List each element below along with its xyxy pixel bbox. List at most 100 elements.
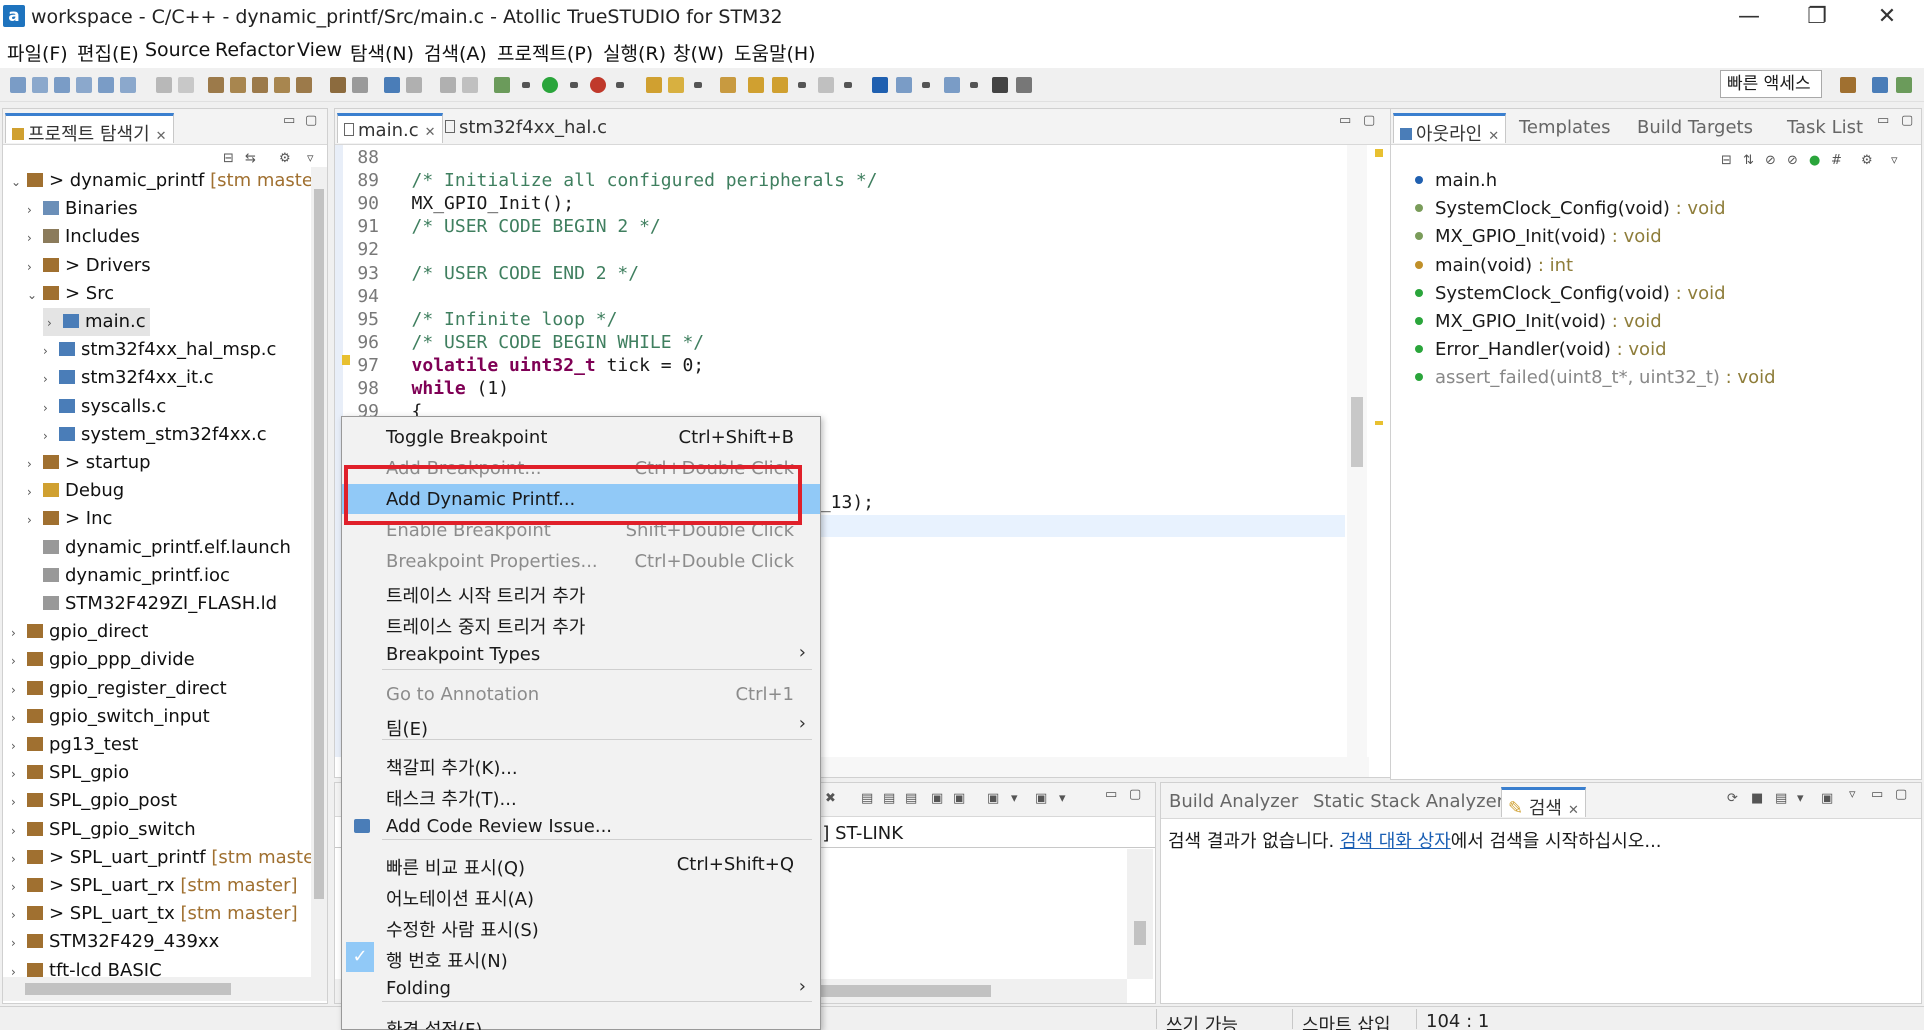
maximize-icon[interactable]: ▢ — [305, 113, 317, 128]
menu-run[interactable]: 실행(R) — [603, 39, 666, 66]
debug-config-icon[interactable] — [352, 77, 368, 93]
new-console-icon[interactable]: ▣ — [1035, 791, 1047, 806]
tree-item[interactable]: › tft-lcd BASIC — [11, 957, 162, 977]
context-menu-item[interactable]: 팀(E) › — [342, 710, 820, 740]
cpp-perspective-icon[interactable] — [1872, 77, 1888, 93]
context-menu-item[interactable]: ✓ 행 번호 표시(N) — [342, 942, 820, 972]
expand-arrow-icon[interactable]: › — [43, 337, 59, 365]
expand-arrow-icon[interactable]: › — [11, 817, 27, 845]
tab-templates[interactable]: Templates — [1513, 113, 1617, 143]
tree-item[interactable]: › gpio_register_direct — [11, 675, 227, 703]
expand-arrow-icon[interactable]: › — [11, 873, 27, 901]
context-menu-item[interactable]: Add Dynamic Printf... — [342, 484, 820, 514]
open-console-icon[interactable]: ▣ — [987, 791, 999, 806]
window-icon[interactable] — [896, 77, 912, 93]
expand-arrow-icon[interactable]: › — [43, 422, 59, 450]
collapse-all-icon[interactable]: ⊟ — [1721, 153, 1732, 168]
bug-debug-icon[interactable] — [330, 77, 346, 93]
maximize-icon[interactable]: ▢ — [1129, 787, 1141, 802]
tab-search[interactable]: ✎ 검색 ✕ — [1501, 787, 1586, 819]
export-icon[interactable] — [1016, 77, 1032, 93]
new-source-icon[interactable] — [54, 77, 70, 93]
expand-arrow-icon[interactable]: › — [11, 732, 27, 760]
expand-arrow-icon[interactable]: › — [47, 309, 63, 337]
scroll-thumb[interactable] — [815, 985, 991, 997]
outline-item[interactable]: MX_GPIO_Init(void) : void — [1415, 223, 1662, 251]
close-icon[interactable]: ✕ — [1568, 803, 1579, 818]
context-menu-item[interactable]: 태스크 추가(T)... — [342, 780, 820, 810]
expand-arrow-icon[interactable]: › — [43, 394, 59, 422]
maximize-icon[interactable]: ▢ — [1363, 113, 1375, 128]
tree-item[interactable]: › syscalls.c — [43, 393, 166, 421]
menu-search[interactable]: 검색(A) — [424, 39, 487, 66]
chevron-down-icon[interactable] — [922, 82, 930, 88]
tree-item[interactable]: › Binaries — [27, 195, 138, 223]
chevron-down-icon[interactable] — [844, 82, 852, 88]
tree-item[interactable]: › > SPL_uart_printf [stm master] — [11, 844, 311, 872]
minimize-icon[interactable]: ▭ — [283, 113, 295, 128]
new-file-icon[interactable] — [10, 77, 26, 93]
tree-item[interactable]: › > startup — [27, 449, 151, 477]
word-wrap-icon[interactable]: ▤ — [905, 791, 917, 806]
expand-arrow-icon[interactable]: › — [27, 224, 43, 252]
expand-arrow-icon[interactable]: ⌄ — [27, 281, 43, 309]
context-menu-item[interactable]: Add Code Review Issue... — [342, 811, 820, 841]
external-tools-icon[interactable] — [590, 77, 606, 93]
expand-arrow-icon[interactable]: › — [11, 619, 27, 647]
tab-main-c[interactable]: main.c ✕ — [337, 113, 443, 143]
open-element-icon[interactable] — [668, 77, 684, 93]
link-icon[interactable] — [406, 77, 422, 93]
collapse-all-icon[interactable]: ⊟ — [223, 151, 234, 166]
tree-item[interactable]: › SPL_gpio — [11, 759, 129, 787]
outline-item[interactable]: Error_Handler(void) : void — [1415, 336, 1667, 364]
context-menu-item[interactable]: Toggle Breakpoint Ctrl+Shift+B — [342, 422, 820, 452]
minimize-icon[interactable]: ▭ — [1871, 787, 1883, 802]
history-icon[interactable]: ▤ — [1775, 791, 1787, 806]
chevron-down-icon[interactable] — [522, 82, 530, 88]
context-menu-item[interactable]: Breakpoint Types › — [342, 639, 820, 669]
expand-arrow-icon[interactable]: › — [27, 450, 43, 478]
tab-stm32f4xx-hal-c[interactable]: stm32f4xx_hal.c — [439, 113, 613, 143]
close-button[interactable]: ✕ — [1858, 0, 1916, 36]
chevron-down-icon[interactable] — [694, 82, 702, 88]
tree-item[interactable]: › Debug — [27, 477, 124, 505]
minimize-icon[interactable]: ▭ — [1339, 113, 1351, 128]
explorer-horizontal-scrollbar[interactable] — [3, 977, 327, 1001]
context-menu-item[interactable]: 트레이스 시작 트리거 추가 — [342, 577, 820, 607]
context-menu-item[interactable]: 트레이스 중지 트리거 추가 — [342, 608, 820, 638]
open-perspective-icon[interactable] — [1840, 77, 1856, 93]
refresh-icon[interactable]: ⟳ — [1727, 791, 1738, 806]
chevron-down-icon[interactable] — [616, 82, 624, 88]
expand-arrow-icon[interactable]: › — [11, 704, 27, 732]
tree-item[interactable]: STM32F429ZI_FLASH.ld — [27, 590, 277, 618]
menu-window[interactable]: 창(W) — [673, 39, 724, 66]
rebuild-icon[interactable] — [252, 77, 268, 93]
tree-item[interactable]: › gpio_ppp_divide — [11, 646, 195, 674]
maximize-icon[interactable]: ▢ — [1901, 113, 1913, 128]
tree-item[interactable]: dynamic_printf.ioc — [27, 562, 230, 590]
minimize-button[interactable]: — — [1720, 0, 1778, 36]
chevron-down-icon[interactable]: ▾ — [1011, 791, 1018, 806]
tab-project-explorer[interactable]: 프로젝트 탐색기 ✕ — [5, 113, 174, 145]
new-folder-icon[interactable] — [98, 77, 114, 93]
tab-task-list[interactable]: Task List — [1781, 113, 1869, 143]
sort-icon[interactable]: ⇅ — [1743, 153, 1754, 168]
tree-item[interactable]: dynamic_printf.elf.launch — [27, 534, 291, 562]
link-editor-icon[interactable]: ⇆ — [245, 151, 256, 166]
tree-item[interactable]: › > Drivers — [27, 252, 151, 280]
new-project-icon[interactable] — [120, 77, 136, 93]
expand-arrow-icon[interactable]: › — [11, 760, 27, 788]
scroll-thumb[interactable] — [1351, 397, 1363, 467]
close-icon[interactable]: ✕ — [425, 125, 436, 140]
minimize-icon[interactable]: ▭ — [1105, 787, 1117, 802]
tab-build-analyzer[interactable]: Build Analyzer — [1163, 787, 1304, 817]
expand-arrow-icon[interactable]: ⌄ — [11, 168, 27, 196]
view-menu-icon[interactable]: ▿ — [1849, 787, 1856, 802]
tree-item[interactable]: ⌄ > dynamic_printf [stm master] — [11, 167, 311, 195]
tab-static-stack-analyzer[interactable]: Static Stack Analyzer — [1307, 787, 1510, 817]
maximize-icon[interactable] — [992, 77, 1008, 93]
view-menu-icon[interactable]: ▿ — [1891, 153, 1898, 168]
tab-outline[interactable]: 아웃라인 ✕ — [1393, 113, 1507, 145]
tree-item[interactable]: › gpio_direct — [11, 618, 148, 646]
tree-item[interactable]: › > Inc — [27, 505, 112, 533]
